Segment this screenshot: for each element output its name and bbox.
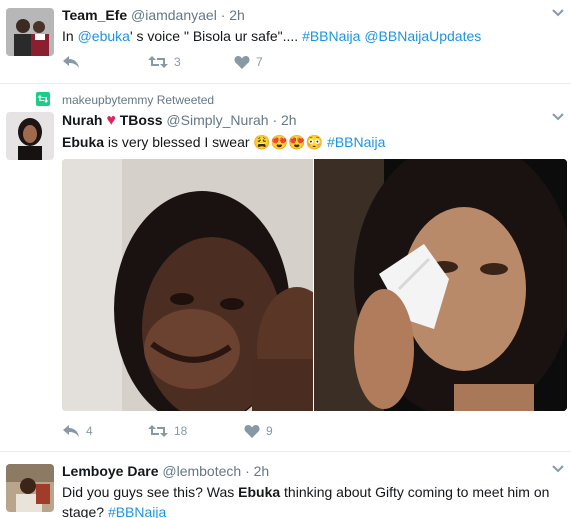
text-segment: stage? <box>62 504 108 518</box>
reply-icon <box>63 56 79 68</box>
display-name[interactable]: Lemboye Dare <box>62 463 158 479</box>
chevron-down-icon[interactable] <box>551 8 565 18</box>
text-segment: Did you guys see this? Was <box>62 484 239 500</box>
hashtag-link[interactable]: #BBNaija <box>327 134 385 150</box>
heart-emoji: ♥ <box>106 112 116 129</box>
text-segment: is very blessed I swear <box>104 134 254 150</box>
text-bold[interactable]: Ebuka <box>238 484 280 500</box>
tweet-text: In @ebuka' s voice " Bisola ur safe"....… <box>62 26 561 46</box>
retweet-icon <box>148 425 168 437</box>
reply-icon <box>63 425 79 437</box>
retweet-button[interactable]: 18 <box>148 424 214 438</box>
retweet-button[interactable]: 3 <box>148 55 204 69</box>
mention-link[interactable]: @ebuka <box>78 28 130 44</box>
separator-dot: · <box>220 7 226 23</box>
display-name-part: TBoss <box>119 112 163 128</box>
mention-link[interactable]: @BBNaijaUpdates <box>364 28 481 44</box>
tweet-header: Nurah ♥ TBoss @Simply_Nurah · 2h <box>62 111 561 130</box>
separator-dot: · <box>245 463 250 479</box>
retweet-icon <box>148 56 168 68</box>
text-segment: In <box>62 28 78 44</box>
user-handle[interactable]: @Simply_Nurah <box>166 112 268 128</box>
avatar[interactable] <box>6 112 54 160</box>
hashtag-link[interactable]: #BBNaija <box>108 504 166 518</box>
emoji-group: 😩😍😍😳 <box>253 134 324 150</box>
text-bold[interactable]: Ebuka <box>62 134 104 150</box>
avatar[interactable] <box>6 8 54 56</box>
media-photo-left[interactable] <box>62 159 313 411</box>
tweet-media[interactable] <box>62 159 567 411</box>
media-photo-right[interactable] <box>314 159 567 411</box>
reply-button[interactable]: 4 <box>62 424 118 438</box>
chevron-down-icon[interactable] <box>551 112 565 122</box>
reply-button[interactable] <box>62 55 118 69</box>
like-button[interactable]: 9 <box>244 424 273 438</box>
user-handle[interactable]: @lembotech <box>162 463 241 479</box>
hashtag-link[interactable]: #BBNaija <box>302 28 360 44</box>
text-segment: thinking about Gifty coming to meet him … <box>280 484 550 500</box>
retweet-count: 18 <box>174 424 188 438</box>
like-icon <box>234 56 250 69</box>
user-handle[interactable]: @iamdanyael <box>131 7 217 23</box>
tweet: Team_Efe @iamdanyael · 2h In @ebuka' s v… <box>0 0 571 84</box>
retweeted-by[interactable]: makeupbytemmy Retweeted <box>62 93 214 107</box>
text-segment: ' s voice " Bisola ur safe".... <box>129 28 299 44</box>
tweet-header: Team_Efe @iamdanyael · 2h <box>62 6 561 24</box>
tweet: Lemboye Dare @lembotech · 2h Did you guy… <box>0 452 571 518</box>
timestamp[interactable]: 2h <box>229 7 245 23</box>
chevron-down-icon[interactable] <box>551 464 565 474</box>
tweet: makeupbytemmy Retweeted Nurah ♥ TBoss @S… <box>0 84 571 452</box>
avatar[interactable] <box>6 464 54 512</box>
like-count: 9 <box>266 424 273 438</box>
timestamp[interactable]: 2h <box>254 463 270 479</box>
separator-dot: · <box>272 112 278 128</box>
timestamp[interactable]: 2h <box>281 112 297 128</box>
tweet-header: Lemboye Dare @lembotech · 2h <box>62 462 561 480</box>
tweet-actions: 4 18 9 <box>62 424 303 438</box>
display-name[interactable]: Team_Efe <box>62 7 127 23</box>
display-name[interactable]: Nurah ♥ TBoss <box>62 112 163 129</box>
tweet-text: Did you guys see this? Was Ebuka thinkin… <box>62 482 561 518</box>
like-count: 7 <box>256 55 263 69</box>
reply-count: 4 <box>86 424 93 438</box>
tweet-text: Ebuka is very blessed I swear 😩😍😍😳 #BBNa… <box>62 132 561 152</box>
like-button[interactable]: 7 <box>234 55 263 69</box>
retweet-count: 3 <box>174 55 181 69</box>
display-name-part: Nurah <box>62 112 103 128</box>
retweet-badge-icon <box>36 92 50 106</box>
like-icon <box>244 425 260 438</box>
tweet-actions: 3 7 <box>62 55 293 69</box>
